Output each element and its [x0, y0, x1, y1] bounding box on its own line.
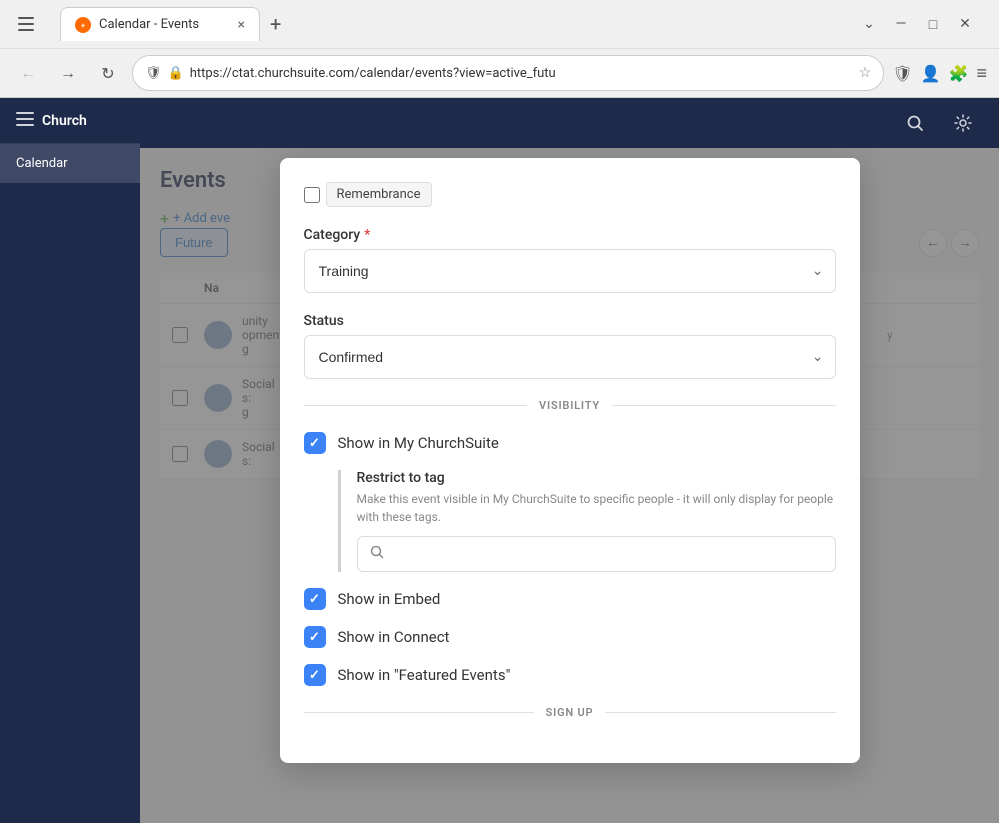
- category-label: Category *: [304, 227, 836, 243]
- show-in-featured-item: Show in "Featured Events": [304, 664, 836, 686]
- sidebar: Church Calendar: [0, 98, 140, 823]
- category-group: Category * Training Service Meeting Even…: [304, 227, 836, 293]
- restrict-to-tag-section: Restrict to tag Make this event visible …: [338, 470, 836, 572]
- show-in-mychurchsuite-label: Show in My ChurchSuite: [338, 434, 499, 452]
- tags-row: Remembrance: [304, 182, 836, 207]
- status-group: Status Confirmed Provisional Cancelled ⌄: [304, 313, 836, 379]
- sidebar-header: Church: [0, 98, 140, 144]
- show-in-mychurchsuite-item: Show in My ChurchSuite: [304, 432, 836, 454]
- tag-item: Remembrance: [326, 182, 432, 207]
- show-in-embed-label: Show in Embed: [338, 590, 441, 608]
- show-in-mychurchsuite-checkbox[interactable]: [304, 432, 326, 454]
- content-area: Events + + Add eve Future ← → Na: [140, 148, 999, 823]
- sidebar-toggle-icon[interactable]: [10, 8, 42, 40]
- show-in-connect-checkbox[interactable]: [304, 626, 326, 648]
- sidebar-logo: Church: [42, 113, 87, 129]
- dropdown-icon[interactable]: ⌄: [855, 10, 883, 38]
- signup-divider-line-right: [605, 712, 835, 713]
- status-select-wrapper: Confirmed Provisional Cancelled ⌄: [304, 335, 836, 379]
- hamburger-icon[interactable]: [16, 110, 34, 131]
- tag-label: Remembrance: [337, 187, 421, 202]
- tag-search-input[interactable]: [392, 547, 823, 562]
- search-icon[interactable]: [899, 107, 931, 139]
- maximize-button[interactable]: □: [919, 10, 947, 38]
- signup-section-label: SIGN UP: [546, 706, 594, 719]
- status-select[interactable]: Confirmed Provisional Cancelled: [304, 335, 836, 379]
- search-icon: [370, 545, 384, 563]
- required-indicator: *: [364, 227, 370, 243]
- profile-icon[interactable]: 👤: [921, 64, 941, 83]
- show-in-embed-checkbox[interactable]: [304, 588, 326, 610]
- app-layout: Church Calendar Events: [0, 98, 999, 823]
- close-icon[interactable]: ×: [238, 17, 245, 33]
- divider-line-right: [612, 405, 836, 406]
- sidebar-item-calendar[interactable]: Calendar: [0, 144, 140, 183]
- address-bar-url: https://ctat.churchsuite.com/calendar/ev…: [190, 66, 853, 81]
- show-in-connect-item: Show in Connect: [304, 626, 836, 648]
- settings-icon[interactable]: [947, 107, 979, 139]
- visibility-divider: VISIBILITY: [304, 399, 836, 412]
- lock-icon: 🔒: [168, 66, 184, 81]
- svg-text:+: +: [81, 22, 85, 30]
- nav-controls: [10, 8, 42, 40]
- show-in-connect-label: Show in Connect: [338, 628, 450, 646]
- category-select-wrapper: Training Service Meeting Event ⌄: [304, 249, 836, 293]
- signup-divider-line-left: [304, 712, 534, 713]
- tag-search-wrapper: [357, 536, 836, 572]
- browser-tab[interactable]: + Calendar - Events ×: [60, 7, 260, 41]
- shield-icon: 🛡: [892, 64, 912, 83]
- tab-label: Calendar - Events: [99, 17, 199, 32]
- minimize-button[interactable]: —: [887, 10, 915, 38]
- signup-divider: SIGN UP: [304, 706, 836, 719]
- show-in-featured-checkbox[interactable]: [304, 664, 326, 686]
- show-in-featured-label: Show in "Featured Events": [338, 666, 511, 684]
- address-bar[interactable]: 🛡 🔒 https://ctat.churchsuite.com/calenda…: [132, 55, 884, 91]
- modal-overlay: Remembrance Category * Training: [140, 148, 999, 823]
- browser-chrome: + Calendar - Events × + ⌄ — □ ✕ ← → ↻ 🛡 …: [0, 0, 999, 98]
- browser-titlebar: + Calendar - Events × + ⌄ — □ ✕: [0, 0, 999, 48]
- category-select[interactable]: Training Service Meeting Event: [304, 249, 836, 293]
- show-in-embed-item: Show in Embed: [304, 588, 836, 610]
- main-header: [140, 98, 999, 148]
- divider-line-left: [304, 405, 528, 406]
- forward-button[interactable]: →: [52, 57, 84, 89]
- bookmark-icon[interactable]: ☆: [859, 65, 872, 81]
- security-icon: 🛡: [145, 66, 162, 81]
- window-close-button[interactable]: ✕: [951, 10, 979, 38]
- back-button[interactable]: ←: [12, 57, 44, 89]
- status-label: Status: [304, 313, 836, 329]
- browser-menu-icon[interactable]: ≡: [976, 63, 987, 84]
- tag-checkbox[interactable]: [304, 187, 320, 203]
- main-content: Events + + Add eve Future ← → Na: [140, 98, 999, 823]
- restrict-to-tag-title: Restrict to tag: [357, 470, 836, 486]
- restrict-to-tag-description: Make this event visible in My ChurchSuit…: [357, 490, 836, 526]
- modal-dialog: Remembrance Category * Training: [280, 158, 860, 763]
- extensions-icon[interactable]: 🧩: [949, 64, 969, 83]
- visibility-section-label: VISIBILITY: [539, 399, 600, 412]
- sidebar-item-label: Calendar: [16, 156, 68, 171]
- refresh-button[interactable]: ↻: [92, 57, 124, 89]
- tab-favicon: +: [75, 17, 91, 33]
- new-tab-button[interactable]: +: [264, 14, 287, 34]
